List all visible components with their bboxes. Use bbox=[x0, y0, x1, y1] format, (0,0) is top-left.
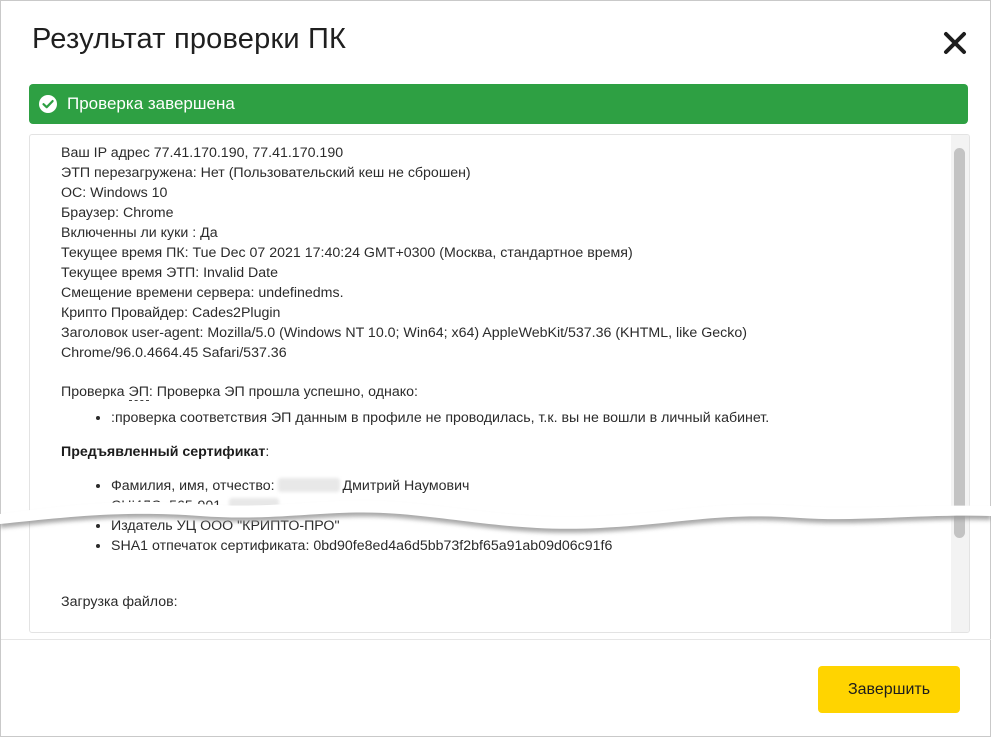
redacted-block bbox=[228, 498, 279, 512]
ep-check-suffix: : Проверка ЭП прошла успешно, однако: bbox=[148, 384, 418, 400]
scrollbar-thumb[interactable] bbox=[954, 148, 965, 538]
certificate-heading-text: Предъявленный сертификат bbox=[61, 444, 266, 460]
status-banner: Проверка завершена bbox=[29, 84, 968, 124]
crypto-provider: Крипто Провайдер: Cades2Plugin bbox=[61, 305, 281, 321]
ep-abbreviation[interactable]: ЭП bbox=[128, 384, 149, 401]
ep-check-list: :проверка соответствия ЭП данным в профи… bbox=[61, 408, 931, 428]
ep-check-result: Проверка ЭП: Проверка ЭП прошла успешно,… bbox=[61, 382, 931, 402]
check-circle-icon bbox=[38, 94, 58, 114]
results-content: Ваш IP адрес 77.41.170.190, 77.41.170.19… bbox=[61, 143, 931, 612]
dialog: Результат проверки ПК Проверка завершена… bbox=[0, 0, 991, 737]
list-item: Фамилия, имя, отчество: Дмитрий Наумович bbox=[111, 476, 931, 496]
footer-divider bbox=[1, 639, 991, 640]
etp-reload-status: ЭТП перезагружена: Нет (Пользовательский… bbox=[61, 165, 471, 181]
browser-info: Браузер: Chrome bbox=[61, 205, 174, 221]
redacted-block bbox=[277, 478, 340, 492]
user-agent-line-1: Заголовок user-agent: Mozilla/5.0 (Windo… bbox=[61, 325, 747, 341]
os-info: ОС: Windows 10 bbox=[61, 185, 168, 201]
status-banner-text: Проверка завершена bbox=[67, 94, 235, 113]
user-agent-line-2: Chrome/96.0.4664.45 Safari/537.36 bbox=[61, 345, 287, 361]
results-panel[interactable]: Ваш IP адрес 77.41.170.190, 77.41.170.19… bbox=[29, 134, 970, 633]
certificate-list: Фамилия, имя, отчество:Дмитрий Наумович … bbox=[61, 476, 931, 556]
certificate-heading: Предъявленный сертификат: bbox=[61, 442, 931, 462]
ip-address: Ваш IP адрес 77.41.170.190, 77.41.170.19… bbox=[61, 145, 344, 161]
server-time-offset: Смещение времени сервера: undefinedms. bbox=[61, 285, 344, 301]
fio-label: Фамилия, имя, отчество: bbox=[111, 478, 275, 494]
finish-button[interactable]: Завершить bbox=[818, 666, 960, 713]
list-item: СНИЛС: 565-901- bbox=[111, 496, 931, 516]
list-item: SHA1 отпечаток сертификата: 0bd90fe8ed4a… bbox=[111, 536, 931, 556]
files-upload-label: Загрузка файлов: bbox=[61, 594, 178, 610]
snils-label: СНИЛС: 565-901- bbox=[111, 498, 226, 514]
etp-time: Текущее время ЭТП: Invalid Date bbox=[61, 265, 279, 281]
list-item: :проверка соответствия ЭП данным в профи… bbox=[111, 408, 931, 428]
cookies-info: Включенны ли куки : Да bbox=[61, 225, 218, 241]
close-icon[interactable] bbox=[941, 29, 969, 57]
ep-check-prefix: Проверка bbox=[61, 384, 129, 400]
scrollbar[interactable] bbox=[951, 135, 969, 632]
issuer-label: Издатель bbox=[111, 518, 173, 534]
issuer-value: УЦ ООО "КРИПТО-ПРО" bbox=[176, 518, 340, 534]
list-item: Издатель УЦ ООО "КРИПТО-ПРО" bbox=[111, 516, 931, 536]
fio-value: Дмитрий Наумович bbox=[342, 478, 470, 494]
dialog-title: Результат проверки ПК bbox=[32, 23, 347, 55]
pc-time: Текущее время ПК: Tue Dec 07 2021 17:40:… bbox=[61, 245, 633, 261]
certificate-heading-colon: : bbox=[265, 444, 270, 460]
